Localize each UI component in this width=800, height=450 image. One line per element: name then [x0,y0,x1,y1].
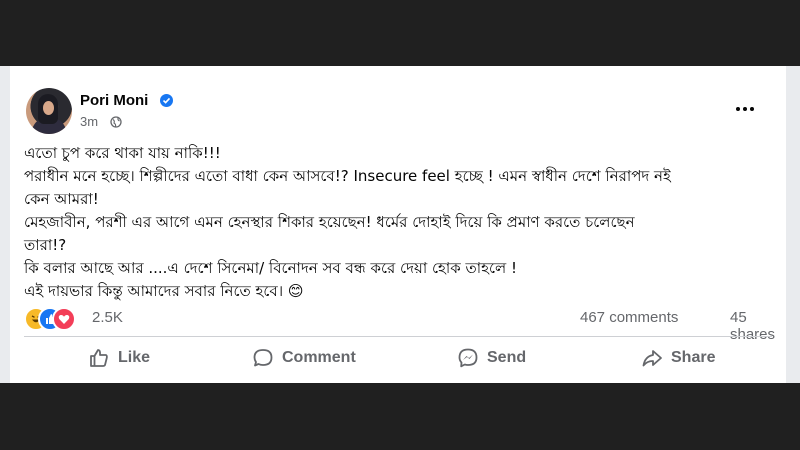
divider [24,336,772,337]
verified-badge-icon [160,94,173,107]
share-icon [642,350,662,367]
reaction-icons[interactable] [24,307,84,331]
comment-button[interactable]: Comment [252,346,356,370]
thumbs-up-icon [90,349,108,367]
feed-background-left [0,66,10,383]
post-line: কেন আমরা! [24,190,99,208]
author-avatar[interactable] [26,88,72,134]
shares-count[interactable]: 45 shares [730,309,786,343]
post-line: কি বলার আছে আর ....এ দেশে সিনেমা/ বিনোদন… [24,259,518,277]
share-label: Share [671,349,716,366]
love-reaction-icon [52,307,76,331]
like-label: Like [118,349,151,366]
comment-label: Comment [282,349,356,366]
send-label: Send [487,349,527,366]
letterbox-bottom [0,383,800,450]
comments-count[interactable]: 467 comments [580,309,678,326]
post-card: Pori Moni 3m এতো চুপ করে থাকা যায় নাকি!… [10,66,786,383]
comment-icon [253,349,273,367]
reactions-count[interactable]: 2.5K [92,309,123,326]
post-line: এই দায়ভার কিন্তু আমাদের সবার নিতে হবে। … [24,282,304,300]
post-time[interactable]: 3m [80,114,98,129]
like-button[interactable]: Like [88,346,150,370]
letterbox-top [0,0,800,66]
post-line: মেহজাবীন, পরশী এর আগে এমন হেনস্থার শিকার… [24,213,635,231]
send-button[interactable]: Send [457,346,526,370]
more-options-icon[interactable] [734,98,764,112]
post-line: তারা!? [24,236,67,254]
post-line: এতো চুপ করে থাকা যায় নাকি!!! [24,144,221,162]
share-button[interactable]: Share [641,346,715,370]
messenger-icon [458,348,478,368]
author-name[interactable]: Pori Moni [80,92,148,109]
feed-background-right [786,66,800,383]
post-body: এতো চুপ করে থাকা যায় নাকি!!! পরাধীন মনে… [24,142,780,303]
post-line: পরাধীন মনে হচ্ছে। শিল্পীদের এতো বাধা কেন… [24,167,671,185]
globe-icon[interactable] [110,115,122,128]
